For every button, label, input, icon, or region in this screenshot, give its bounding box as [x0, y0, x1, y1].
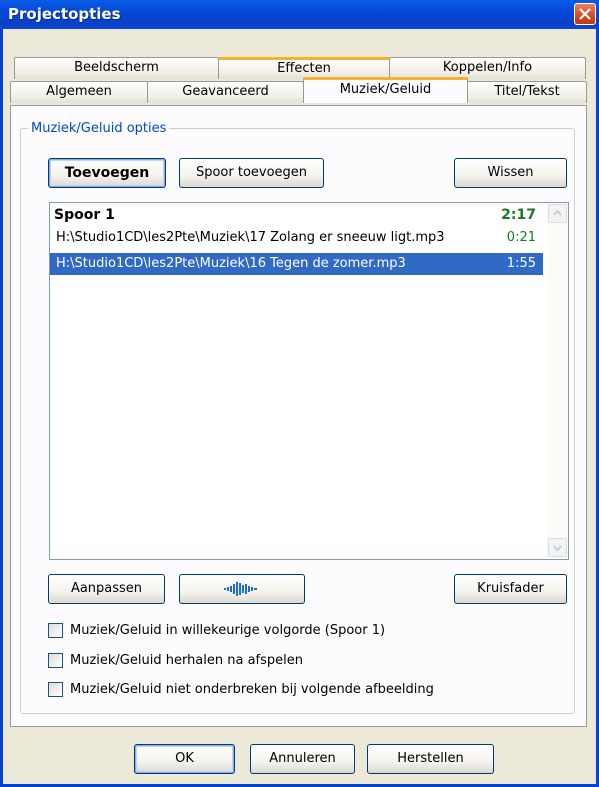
tab-geavanceerd[interactable]: Geavanceerd [147, 81, 304, 103]
tab-label: Algemeen [46, 84, 112, 99]
no-interrupt-checkbox[interactable] [48, 682, 63, 697]
chevron-up-icon [553, 209, 562, 216]
add-track-button[interactable]: Spoor toevoegen [179, 158, 324, 188]
file-path: H:\Studio1CD\les2Pte\Muziek\17 Zolang er… [56, 230, 445, 245]
cancel-button[interactable]: Annuleren [250, 744, 355, 774]
edit-button[interactable]: Aanpassen [48, 574, 165, 604]
ok-button[interactable]: OK [134, 744, 235, 774]
title-bar[interactable]: Projectopties [0, 0, 599, 29]
repeat-checkbox[interactable] [48, 653, 63, 668]
chevron-down-icon [553, 545, 562, 552]
crossfader-button[interactable]: Kruisfader [454, 574, 567, 604]
window-title: Projectopties [8, 5, 121, 23]
file-duration: 1:55 [506, 256, 536, 271]
shuffle-checkbox[interactable] [48, 623, 63, 638]
scroll-up-button[interactable] [548, 204, 567, 223]
tab-label: Effecten [277, 61, 331, 76]
tab-algemeen[interactable]: Algemeen [10, 81, 148, 103]
waveform-button[interactable] [179, 574, 305, 604]
option-label: Muziek/Geluid niet onderbreken bij volge… [70, 682, 434, 697]
scroll-down-button[interactable] [548, 538, 567, 557]
track-name: Spoor 1 [54, 207, 115, 223]
tab-label: Muziek/Geluid [339, 82, 432, 97]
list-item[interactable]: H:\Studio1CD\les2Pte\Muziek\17 Zolang er… [50, 227, 543, 249]
tab-label: Beeldscherm [74, 60, 159, 75]
tab-beeldscherm[interactable]: Beeldscherm [14, 57, 219, 79]
clear-button[interactable]: Wissen [454, 158, 567, 188]
track-duration: 2:17 [501, 207, 536, 223]
add-button[interactable]: Toevoegen [48, 158, 166, 188]
waveform-icon [224, 582, 257, 596]
tab-label: Geavanceerd [182, 84, 269, 99]
tab-muziek-geluid[interactable]: Muziek/Geluid [303, 77, 468, 103]
tab-titel-tekst[interactable]: Titel/Tekst [467, 81, 587, 103]
option-label: Muziek/Geluid herhalen na afspelen [70, 653, 304, 668]
reset-button[interactable]: Herstellen [367, 744, 494, 774]
track-header-row[interactable]: Spoor 1 2:17 [50, 204, 543, 226]
tab-effecten[interactable]: Effecten [218, 57, 390, 79]
groupbox-legend: Muziek/Geluid opties [28, 121, 170, 136]
tab-label: Titel/Tekst [494, 84, 560, 99]
vertical-scrollbar[interactable] [547, 203, 568, 559]
file-path: H:\Studio1CD\les2Pte\Muziek\16 Tegen de … [56, 256, 406, 271]
file-duration: 0:21 [506, 230, 536, 245]
list-item-selected[interactable]: H:\Studio1CD\les2Pte\Muziek\16 Tegen de … [50, 253, 543, 275]
close-icon [579, 8, 591, 20]
close-button[interactable] [574, 3, 596, 25]
tab-koppelen-info[interactable]: Koppelen/Info [389, 57, 586, 79]
tab-label: Koppelen/Info [442, 60, 533, 75]
track-list[interactable]: Spoor 1 2:17 H:\Studio1CD\les2Pte\Muziek… [49, 202, 569, 560]
option-label: Muziek/Geluid in willekeurige volgorde (… [70, 623, 386, 638]
